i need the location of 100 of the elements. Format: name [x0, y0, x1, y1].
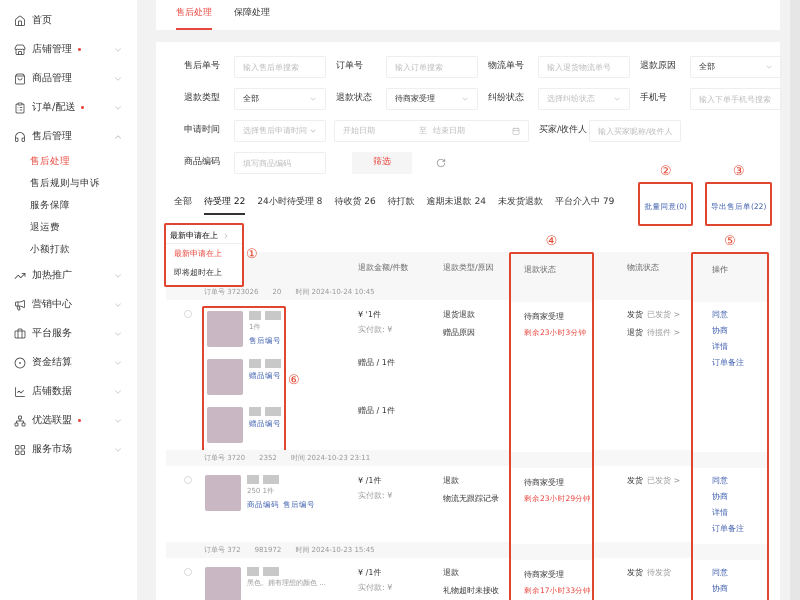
sidebar-subitem[interactable]: 服务保障 [0, 195, 137, 217]
network-icon [14, 414, 26, 426]
photo-placeholder [205, 475, 241, 511]
sidebar-item[interactable]: 店铺管理 [0, 35, 137, 64]
action-link[interactable]: 同意 [712, 567, 767, 579]
sort-option[interactable]: 最新申请在上 [166, 244, 242, 263]
action-link[interactable]: 协商 [712, 583, 767, 595]
chevron-right-icon [222, 232, 230, 240]
sidebar-item[interactable]: 平台服务 [0, 319, 137, 348]
status-tab[interactable]: 待受理 22 [204, 193, 246, 215]
refund-type: 退款 [443, 475, 460, 487]
action-link[interactable]: 订单备注 [712, 357, 767, 369]
paid-amount: 实付款: ¥ [358, 324, 394, 336]
action-link[interactable]: 同意 [712, 309, 767, 321]
refresh-icon[interactable] [436, 158, 446, 168]
annotation-number: ④ [546, 235, 558, 249]
photo-placeholder [205, 567, 241, 600]
paid-amount: 实付款: ¥ [358, 582, 394, 594]
sidebar-subitem[interactable]: 售后规则与申诉 [0, 173, 137, 195]
action-link[interactable]: 详情 [712, 341, 767, 353]
photo-placeholder [207, 407, 243, 443]
sidebar-subitem[interactable]: 售后处理 [0, 151, 137, 173]
filter-label: 手机号 [640, 92, 668, 106]
status-tab[interactable]: 24小时待受理 8 [257, 193, 322, 215]
annotation-number: ⑥ [288, 374, 300, 388]
status-tab[interactable]: 全部 [174, 193, 192, 215]
sort-option[interactable]: 即将超时在上 [166, 263, 242, 282]
input-field[interactable]: 填写商品编码 [234, 152, 326, 174]
sidebar-item[interactable]: 资金结算 [0, 348, 137, 377]
input-field[interactable]: 输入退货物流单号 [538, 56, 630, 78]
select-field[interactable]: 全部 [690, 56, 782, 78]
sidebar-item[interactable]: 服务市场 [0, 435, 137, 464]
filter-label: 商品编码 [184, 156, 221, 170]
action-link[interactable]: 订单备注 [712, 523, 767, 535]
top-tab[interactable]: 售后处理 [176, 6, 212, 30]
sidebar-item[interactable]: 店铺数据 [0, 377, 137, 406]
input-field[interactable]: 输入售后单搜索 [234, 56, 326, 78]
action-link[interactable]: 协商 [712, 491, 767, 503]
filter-label: 纠纷状态 [488, 92, 525, 106]
status-tab[interactable]: 平台介入中 79 [555, 193, 614, 215]
action-link[interactable]: 协商 [712, 325, 767, 337]
home-icon [14, 14, 26, 26]
refund-amount: ¥ '1件 [358, 309, 382, 321]
blurred-text [263, 475, 279, 484]
sidebar-item[interactable]: 订单/配送 [0, 93, 137, 122]
sidebar-item[interactable]: 优选联盟 [0, 406, 137, 435]
blurred-text [247, 567, 259, 576]
refund-amount: ¥ /1件 [358, 475, 382, 487]
sidebar-item[interactable]: 首页 [0, 6, 137, 35]
annotation-number: ② [660, 165, 672, 179]
status-tab[interactable]: 待打款 [388, 193, 415, 215]
action-link[interactable]: 同意 [712, 475, 767, 487]
refund-status: 待商家受理 [524, 311, 565, 323]
filter-label: 退款原因 [640, 60, 677, 74]
top-tab[interactable]: 保障处理 [234, 6, 270, 30]
paid-amount: 实付款: ¥ [358, 490, 394, 502]
filter-label: 物流单号 [488, 60, 525, 74]
filter-button[interactable]: 筛选 [352, 152, 412, 174]
refund-type: 退款 [443, 567, 460, 579]
filter-label: 申请时间 [184, 124, 221, 138]
sidebar-item[interactable]: 加热推广 [0, 261, 137, 290]
sort-current[interactable]: 最新申请在上 [170, 230, 218, 242]
select-field[interactable]: 全部 [234, 88, 326, 110]
logistics-label: 退货 [627, 327, 643, 339]
logistics-label: 发货 [627, 475, 643, 487]
blurred-text [249, 311, 261, 320]
filter-label: 售后单号 [184, 60, 221, 74]
megaphone-icon [14, 298, 26, 310]
refund-type: 物流无跟踪记录 [443, 493, 500, 505]
refund-type: 赠品原因 [443, 327, 476, 339]
sidebar-item[interactable]: 商品管理 [0, 64, 137, 93]
refund-status: 待商家受理 [524, 569, 565, 581]
chevron-down-icon [613, 95, 621, 103]
filter-label: 退款状态 [336, 92, 373, 106]
status-tab[interactable]: 未发货退款 [498, 193, 544, 215]
row-checkbox[interactable] [184, 476, 192, 484]
sidebar-item[interactable]: 营销中心 [0, 290, 137, 319]
circle-dot-icon [14, 356, 26, 368]
filter-label: 订单号 [336, 60, 364, 74]
refund-amount: ¥ /1件 [358, 567, 382, 579]
column-header: 操作 [693, 254, 767, 286]
input-field[interactable]: 输入买家昵称/收件人 [589, 120, 681, 142]
status-tab[interactable]: 待收货 26 [334, 193, 376, 215]
status-tab[interactable]: 逾期未退款 24 [426, 193, 486, 215]
grid-icon [14, 444, 26, 456]
row-checkbox[interactable] [184, 568, 192, 576]
action-link[interactable]: 详情 [712, 507, 767, 519]
row-checkbox[interactable] [184, 310, 192, 318]
briefcase-icon [14, 328, 26, 340]
photo-placeholder [207, 359, 243, 395]
chevron-down-icon [309, 95, 317, 103]
blurred-text [265, 311, 281, 320]
input-field[interactable]: 输入下单手机号搜索 [690, 88, 782, 110]
sidebar-subitem[interactable]: 小额打款 [0, 239, 137, 261]
column-header: 物流状态 [594, 252, 691, 284]
column-header: 退款类型/原因 [443, 262, 495, 274]
sidebar-subitem[interactable]: 退运费 [0, 217, 137, 239]
input-field[interactable]: 输入订单搜索 [386, 56, 478, 78]
select-field[interactable]: 待商家受理 [386, 88, 478, 110]
sidebar-item[interactable]: 售后管理 [0, 122, 137, 151]
